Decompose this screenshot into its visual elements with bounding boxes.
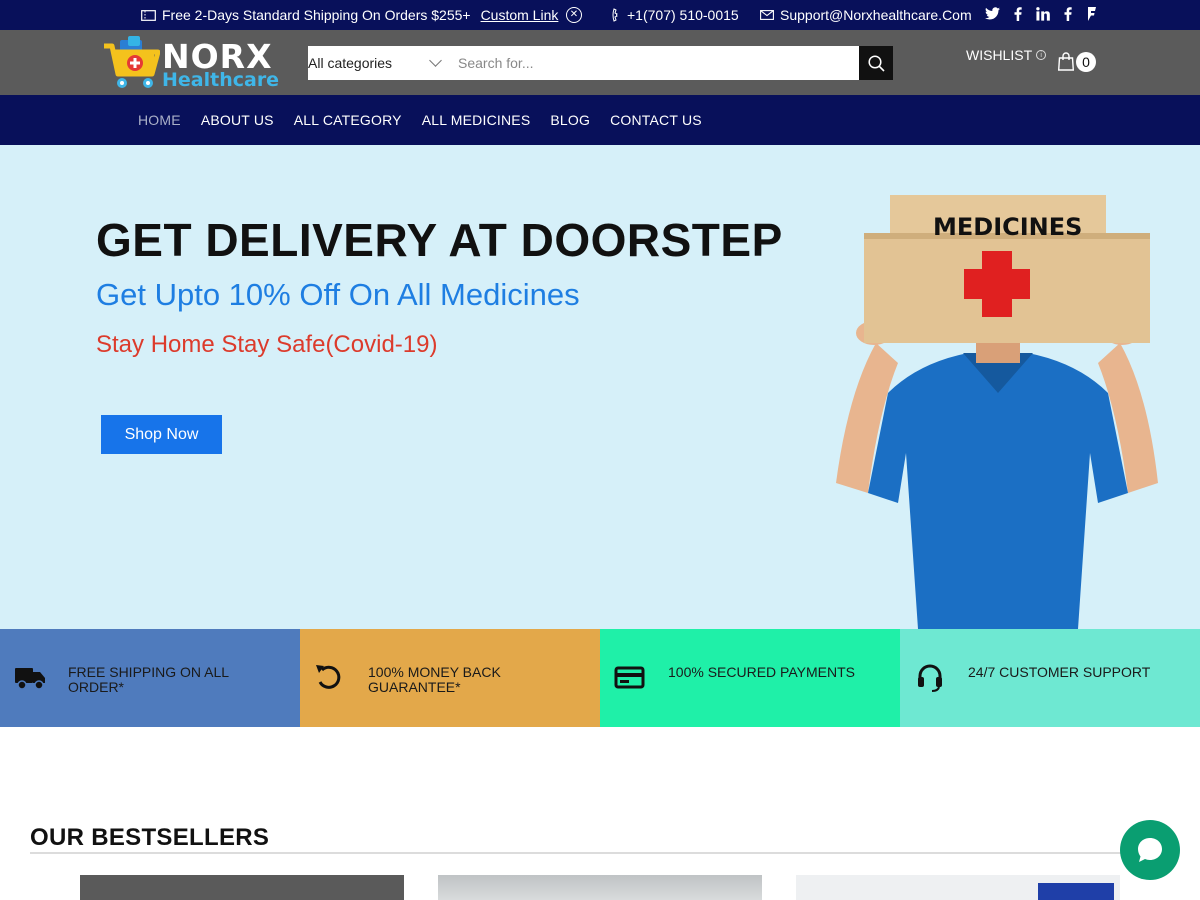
email-address: Support@Norxhealthcare.Com: [780, 7, 972, 23]
nav-item-contact-us[interactable]: CONTACT US: [610, 112, 702, 128]
phone-number: +1(707) 510-0015: [627, 7, 739, 23]
chevron-down-icon: [429, 54, 442, 67]
section-divider: [30, 852, 1150, 854]
shopping-bag-icon: [1058, 52, 1074, 71]
feature-free-shipping: FREE SHIPPING ON ALL ORDER*: [0, 629, 300, 727]
mail-icon: [760, 10, 774, 20]
custom-link[interactable]: Custom Link: [481, 7, 559, 23]
social-links: [985, 0, 1098, 30]
logo-subtitle: Healthcare: [162, 69, 280, 91]
feature-label: 100% MONEY BACK GUARANTEE*: [368, 664, 501, 695]
linkedin-icon[interactable]: [1036, 6, 1050, 24]
foursquare-icon[interactable]: [1086, 6, 1098, 24]
undo-icon: [316, 665, 341, 689]
hero-subheadline: Get Upto 10% Off On All Medicines: [96, 277, 580, 312]
product-card[interactable]: [796, 875, 1120, 900]
feature-label: FREE SHIPPING ON ALL ORDER*: [68, 664, 229, 695]
nav-item-about-us[interactable]: ABOUT US: [201, 112, 274, 128]
top-announcement-bar: Free 2-Days Standard Shipping On Orders …: [0, 0, 1200, 30]
ticket-icon: [141, 9, 156, 21]
feature-label: 24/7 CUSTOMER SUPPORT: [968, 664, 1151, 680]
nav-item-blog[interactable]: BLOG: [550, 112, 590, 128]
email-contact[interactable]: Support@Norxhealthcare.Com: [760, 0, 972, 30]
cart-button[interactable]: 0: [1058, 52, 1100, 74]
search-button[interactable]: [859, 46, 893, 80]
close-icon: ✕: [566, 7, 582, 23]
feature-customer-support: 24/7 CUSTOMER SUPPORT: [900, 629, 1200, 727]
site-logo[interactable]: NORX Healthcare: [102, 36, 282, 91]
features-strip: FREE SHIPPING ON ALL ORDER* 100% MONEY B…: [0, 629, 1200, 727]
site-header: NORX Healthcare All categories WISHLIST …: [0, 30, 1200, 95]
nav-item-home[interactable]: HOME: [138, 112, 181, 128]
category-select[interactable]: All categories: [308, 46, 448, 80]
twitter-icon[interactable]: [985, 7, 1000, 23]
cart-count-badge: 0: [1076, 52, 1096, 72]
product-image-detail: [1038, 883, 1114, 900]
headset-icon: [918, 664, 942, 692]
product-card[interactable]: [438, 875, 762, 900]
shopping-cart-logo-icon: [104, 36, 160, 88]
search-bar: All categories: [308, 46, 893, 80]
delivery-man-illustration: [836, 195, 1158, 629]
product-card[interactable]: [80, 875, 404, 900]
bestsellers-heading: OUR BESTSELLERS: [30, 824, 270, 851]
wishlist-link[interactable]: WISHLIST i: [966, 47, 1047, 63]
search-icon: [867, 54, 885, 72]
search-input[interactable]: [458, 46, 858, 80]
box-label: MEDICINES: [933, 213, 1083, 241]
credit-card-icon: [614, 666, 645, 689]
chat-bubble-icon: [1138, 838, 1162, 862]
feature-money-back: 100% MONEY BACK GUARANTEE*: [300, 629, 600, 727]
info-icon: i: [1036, 50, 1047, 60]
chat-widget-button[interactable]: [1120, 820, 1180, 880]
nav-item-all-category[interactable]: ALL CATEGORY: [294, 112, 402, 128]
shop-now-button[interactable]: Shop Now: [101, 415, 222, 454]
hero-headline: GET DELIVERY AT DOORSTEP: [96, 214, 783, 266]
facebook-icon[interactable]: [1012, 6, 1024, 24]
category-select-value: All categories: [308, 55, 393, 71]
shipping-text: Free 2-Days Standard Shipping On Orders …: [162, 7, 471, 23]
facebook-icon[interactable]: [1062, 6, 1074, 24]
feature-label: 100% SECURED PAYMENTS: [668, 664, 855, 680]
feature-secured-payments: 100% SECURED PAYMENTS: [600, 629, 900, 727]
close-announcement-button[interactable]: ✕: [566, 0, 582, 30]
hero-banner: GET DELIVERY AT DOORSTEP Get Upto 10% Of…: [0, 145, 1200, 629]
nav-item-all-medicines[interactable]: ALL MEDICINES: [422, 112, 531, 128]
phone-icon: [612, 8, 618, 22]
truck-icon: [15, 668, 45, 690]
shipping-notice: Free 2-Days Standard Shipping On Orders …: [141, 0, 558, 30]
wishlist-label: WISHLIST: [966, 47, 1033, 63]
phone-contact[interactable]: +1(707) 510-0015: [612, 0, 739, 30]
main-navigation: HOME ABOUT US ALL CATEGORY ALL MEDICINES…: [0, 95, 1200, 145]
hero-tagline: Stay Home Stay Safe(Covid-19): [96, 331, 438, 358]
